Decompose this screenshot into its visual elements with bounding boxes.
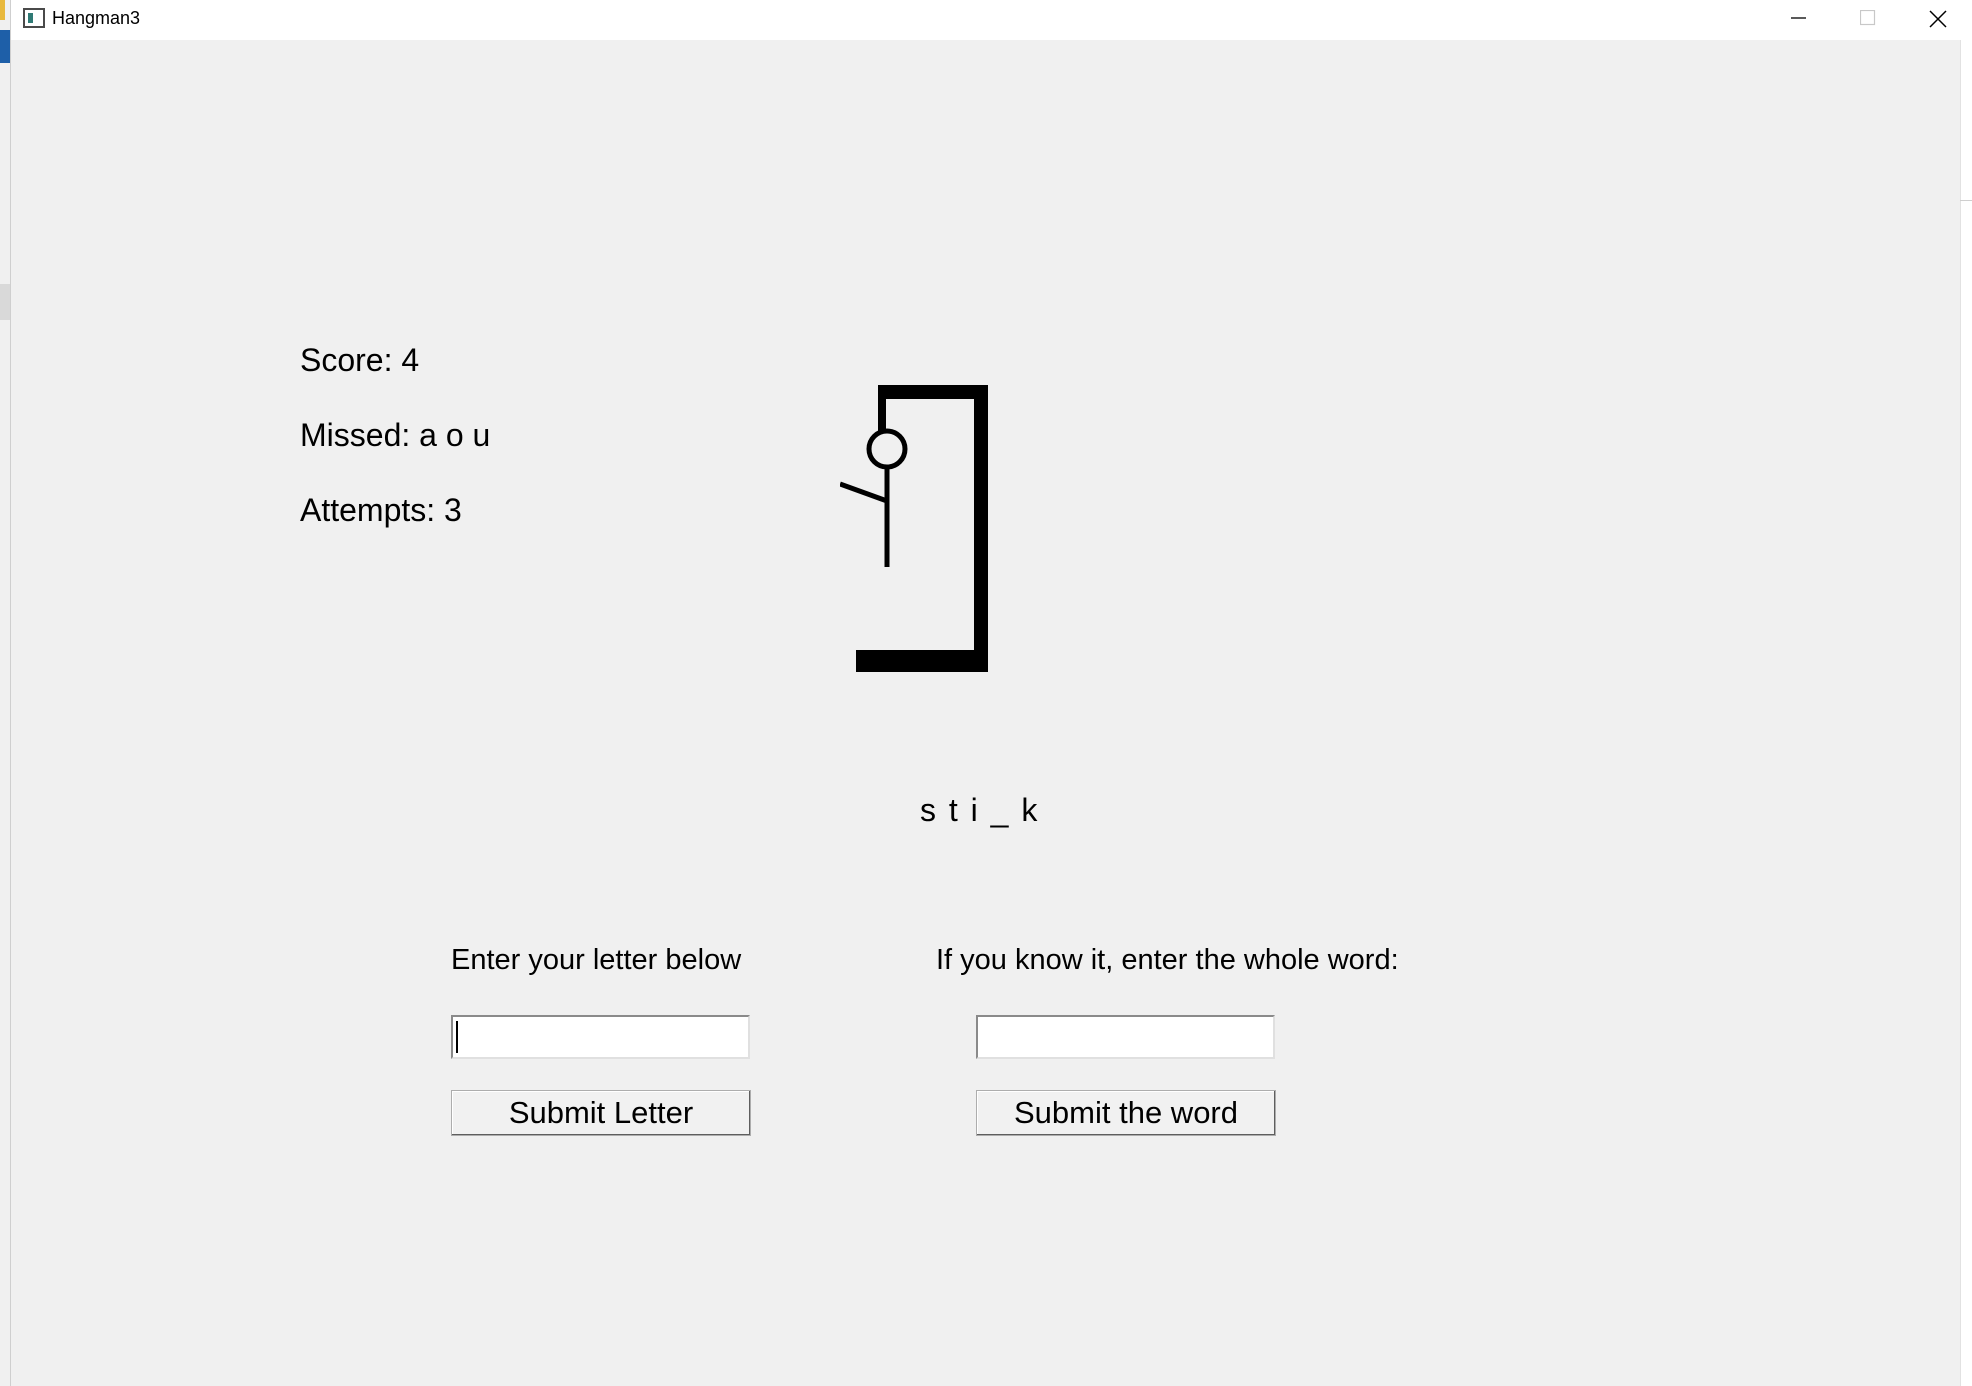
minimize-button[interactable] xyxy=(1764,0,1834,36)
gallows-base xyxy=(856,650,988,672)
gallows-top-beam xyxy=(878,385,988,399)
word-prompt: If you know it, enter the whole word: xyxy=(936,944,1399,976)
background-window-edge-right xyxy=(1960,0,1972,1386)
app-window: Hangman3 xyxy=(10,0,1961,1386)
letter-input[interactable] xyxy=(451,1015,750,1059)
attempts-label: Attempts: 3 xyxy=(300,492,462,528)
hangman-drawing xyxy=(840,385,988,672)
app-window-icon xyxy=(23,8,45,28)
hangman-head xyxy=(866,428,908,470)
title-bar[interactable]: Hangman3 xyxy=(11,0,1961,40)
gallows-upright xyxy=(974,385,988,670)
letter-prompt: Enter your letter below xyxy=(451,944,742,976)
missed-letters-label: Missed: a o u xyxy=(300,417,491,453)
hangman-left-arm xyxy=(840,481,888,504)
submit-letter-button[interactable]: Submit Letter xyxy=(451,1090,751,1136)
maximize-icon xyxy=(1860,10,1876,26)
word-input[interactable] xyxy=(976,1015,1275,1059)
background-divider xyxy=(1960,200,1972,201)
close-button[interactable] xyxy=(1902,0,1972,36)
maximize-button[interactable] xyxy=(1833,0,1903,36)
score-label: Score: 4 xyxy=(300,342,420,378)
gallows xyxy=(856,385,988,672)
word-progress: s t i _ k xyxy=(920,792,1039,828)
window-title: Hangman3 xyxy=(52,8,141,28)
minimize-icon xyxy=(1791,17,1806,19)
desktop: Hangman3 Score: 4 Missed: a o u Attempts… xyxy=(0,0,1972,1386)
background-folder-icon xyxy=(0,0,5,20)
text-caret xyxy=(456,1021,458,1053)
submit-word-button[interactable]: Submit the word xyxy=(976,1090,1276,1136)
close-icon xyxy=(1929,10,1947,28)
